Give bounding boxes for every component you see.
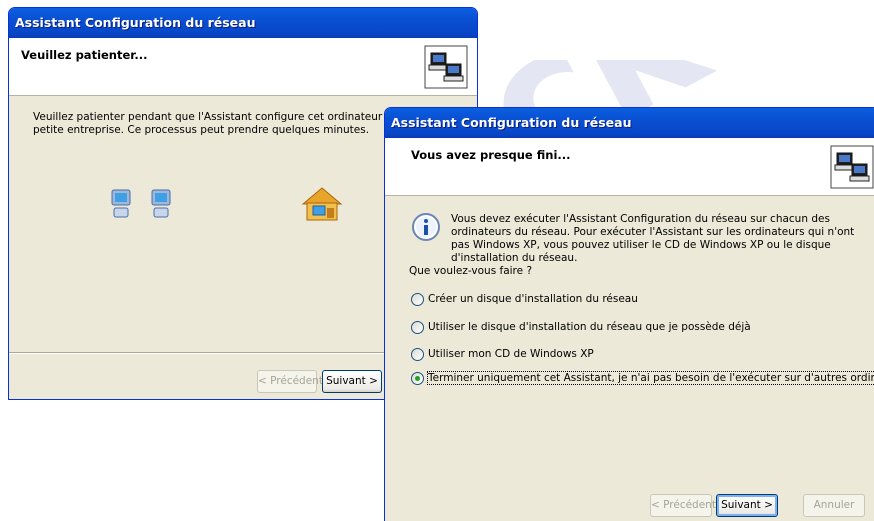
network-computers-icon (830, 145, 874, 189)
radio-button[interactable] (411, 347, 424, 361)
info-icon (412, 213, 440, 241)
radio-button-selected[interactable] (411, 371, 424, 385)
option-label: Créer un disque d'installation du réseau (428, 293, 638, 305)
question-label: Que voulez-vous faire ? (409, 265, 533, 277)
window-title: Assistant Configuration du réseau (15, 15, 256, 30)
back-button[interactable]: < Précédent (650, 494, 716, 517)
next-button[interactable]: Suivant > (716, 494, 778, 517)
wizard-header: Veuillez patienter... (9, 38, 477, 96)
info-text: Vous devez exécuter l'Assistant Configur… (451, 213, 855, 264)
option-use-windows-cd[interactable]: Utiliser mon CD de Windows XP (411, 346, 594, 362)
computer-icon (151, 189, 171, 218)
cancel-button[interactable]: Annuler (803, 494, 865, 517)
option-label: Terminer uniquement cet Assistant, je n'… (427, 371, 874, 385)
radio-button[interactable] (411, 292, 424, 306)
option-label: Utiliser le disque d'installation du rés… (428, 321, 751, 333)
home-network-icon (301, 187, 343, 221)
network-computers-icon (424, 45, 468, 89)
option-finish-wizard[interactable]: Terminer uniquement cet Assistant, je n'… (411, 370, 874, 386)
header-title: Veuillez patienter... (21, 48, 148, 62)
window-title-bar[interactable]: Assistant Configuration du réseau (385, 108, 874, 138)
option-use-existing-disk[interactable]: Utiliser le disque d'installation du rés… (411, 319, 751, 335)
window-title-bar[interactable]: Assistant Configuration du réseau (9, 8, 477, 38)
header-title: Vous avez presque fini... (411, 148, 571, 162)
back-button[interactable]: < Précédent (257, 370, 323, 393)
wizard-header: Vous avez presque fini... (385, 138, 874, 196)
option-create-setup-disk[interactable]: Créer un disque d'installation du réseau (411, 291, 638, 307)
option-label: Utiliser mon CD de Windows XP (428, 348, 594, 360)
network-wizard-window-front[interactable]: Assistant Configuration du réseau Vous a… (384, 107, 874, 521)
next-button[interactable]: Suivant > (322, 370, 382, 393)
radio-button[interactable] (411, 320, 424, 334)
computer-icon (111, 189, 131, 218)
window-title: Assistant Configuration du réseau (391, 115, 632, 130)
